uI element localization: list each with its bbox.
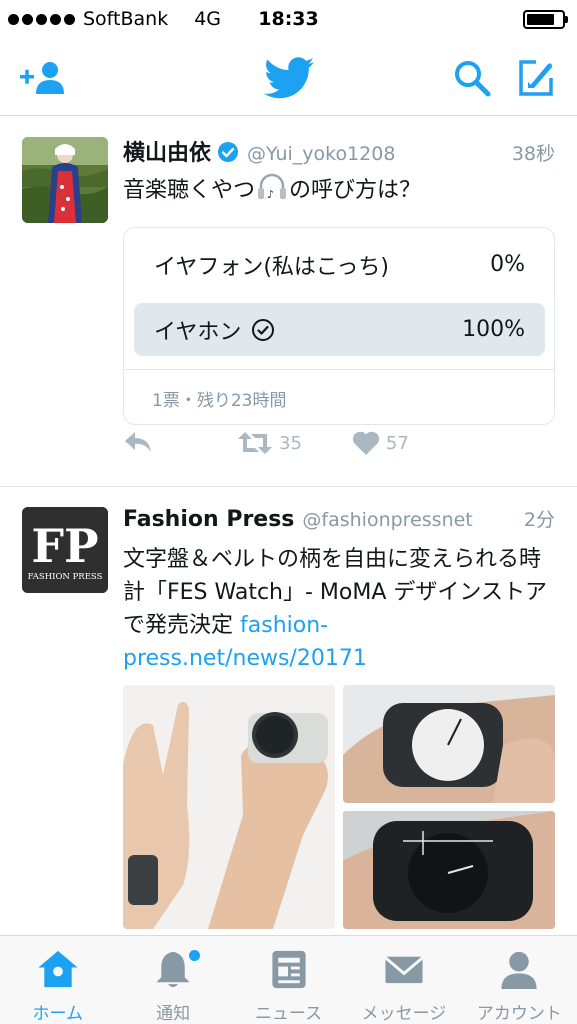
- status-bar: SoftBank 4G 18:33: [0, 0, 577, 38]
- add-user-icon: [20, 62, 64, 94]
- author-handle[interactable]: @Yui_yoko1208: [247, 143, 395, 165]
- poll-option-label: イヤホン: [154, 319, 242, 345]
- reply-icon: [125, 432, 151, 452]
- tweet-text-part: 文字盤＆ベルトの柄を自由に変えられる時計「FES Watch」- MoMA デザ…: [123, 547, 547, 638]
- check-circle-icon: [252, 318, 275, 341]
- search-button[interactable]: [448, 56, 496, 100]
- home-icon: [38, 950, 78, 988]
- tab-label: アカウント: [476, 1004, 562, 1024]
- tweet-text-part: の呼び方は？: [289, 178, 422, 203]
- tweet-text: 音楽聴くやつ ♪ の呼び方は？: [123, 173, 557, 207]
- media-photo[interactable]: [343, 811, 555, 929]
- tweet-actions: 35 57: [123, 429, 409, 457]
- carrier-name: SoftBank: [83, 8, 169, 30]
- tweet-header: Fashion Press @fashionpressnet 2分: [123, 505, 555, 535]
- avatar[interactable]: [22, 137, 108, 223]
- tab-label: ニュース: [254, 1004, 323, 1024]
- nav-bar: [0, 38, 577, 116]
- headphones-icon: ♪: [258, 173, 287, 201]
- tweet-text: 文字盤＆ベルトの柄を自由に変えられる時計「FES Watch」- MoMA デザ…: [123, 543, 557, 675]
- tweet-timestamp: 2分: [523, 509, 555, 531]
- timeline[interactable]: 横山由依 @Yui_yoko1208 38秒 音楽聴くやつ ♪ の呼び方は？ イ…: [0, 117, 577, 935]
- battery-icon: [523, 10, 568, 29]
- news-icon: [271, 950, 306, 989]
- tab-notifications[interactable]: 通知: [115, 936, 230, 1024]
- tab-label: メッセージ: [361, 1004, 447, 1024]
- media-photo[interactable]: [123, 685, 335, 929]
- retweet-button[interactable]: 35: [237, 430, 302, 456]
- media-grid: [123, 685, 555, 929]
- tweet[interactable]: 横山由依 @Yui_yoko1208 38秒 音楽聴くやつ ♪ の呼び方は？ イ…: [0, 117, 577, 487]
- like-count: 57: [385, 432, 409, 454]
- tab-news[interactable]: ニュース: [231, 936, 346, 1024]
- tweet[interactable]: FP FASHION PRESS Fashion Press @fashionp…: [0, 487, 577, 935]
- heart-icon: [352, 431, 379, 455]
- retweet-count: 35: [279, 432, 302, 454]
- tab-home[interactable]: ホーム: [0, 936, 115, 1024]
- svg-text:♪: ♪: [267, 188, 274, 201]
- retweet-icon: [238, 432, 272, 454]
- compose-button[interactable]: [512, 56, 560, 100]
- add-user-button[interactable]: [20, 56, 68, 100]
- media-photo[interactable]: [343, 685, 555, 803]
- poll-footer: 1票・残り23時間: [124, 369, 554, 425]
- poll-option[interactable]: イヤフォン(私はこっち) 0%: [134, 238, 545, 291]
- search-icon: [455, 61, 491, 97]
- poll-option-label: イヤフォン(私はこっち): [154, 254, 389, 280]
- notification-dot: [189, 950, 201, 961]
- tab-label: ホーム: [32, 1004, 83, 1024]
- author-handle[interactable]: @fashionpressnet: [302, 509, 472, 531]
- tweet-header: 横山由依 @Yui_yoko1208 38秒: [123, 135, 555, 167]
- tab-account[interactable]: アカウント: [462, 936, 577, 1024]
- poll-option-percent: 100%: [462, 317, 525, 342]
- author-name[interactable]: 横山由依: [123, 135, 211, 167]
- verified-badge-icon: [218, 142, 239, 162]
- tweet-timestamp: 38秒: [511, 143, 555, 165]
- network-type: 4G: [194, 8, 222, 30]
- poll-option-percent: 0%: [490, 252, 525, 277]
- twitter-home-logo[interactable]: [262, 56, 316, 100]
- compose-icon: [519, 60, 553, 96]
- tab-bar: ホーム 通知 ニュース メッセージ アカウント: [0, 935, 577, 1024]
- reply-button[interactable]: [123, 430, 153, 456]
- like-button[interactable]: 57: [352, 430, 409, 456]
- tab-messages[interactable]: メッセージ: [346, 936, 461, 1024]
- poll-card: イヤフォン(私はこっち) 0% イヤホン 100% 1票・残り23時間: [123, 227, 555, 425]
- tab-label: 通知: [156, 1004, 191, 1024]
- person-icon: [501, 951, 537, 990]
- twitter-bird-icon: [264, 57, 314, 99]
- tweet-text-part: 音楽聴くやつ: [123, 178, 256, 203]
- signal-strength-icon: [8, 13, 75, 25]
- envelope-icon: [384, 956, 424, 984]
- poll-option-winner[interactable]: イヤホン 100%: [134, 303, 545, 356]
- avatar-logo-subtext: FASHION PRESS: [28, 572, 103, 582]
- author-name[interactable]: Fashion Press: [123, 507, 294, 532]
- avatar[interactable]: FP FASHION PRESS: [22, 507, 108, 593]
- avatar-logo-text: FP: [31, 519, 98, 573]
